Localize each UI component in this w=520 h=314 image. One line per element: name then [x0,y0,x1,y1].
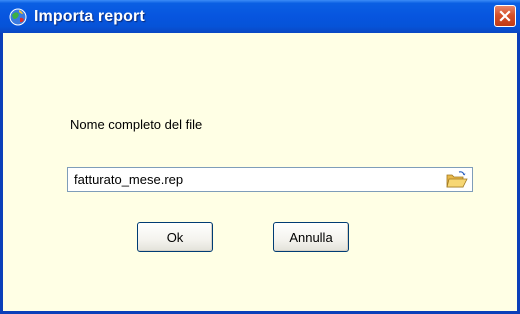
import-report-dialog: Importa report Nome completo del file Ok… [0,0,520,314]
file-name-label: Nome completo del file [70,117,203,132]
ok-button[interactable]: Ok [137,222,213,252]
close-icon [499,10,511,22]
cancel-button[interactable]: Annulla [273,222,349,252]
file-path-input[interactable] [68,169,440,190]
title-bar[interactable]: Importa report [0,0,520,33]
window-title: Importa report [34,7,145,25]
browse-button[interactable] [445,170,469,190]
open-folder-icon [446,171,468,188]
close-button[interactable] [494,5,516,27]
file-path-field [67,167,473,192]
app-globe-icon [8,7,28,27]
